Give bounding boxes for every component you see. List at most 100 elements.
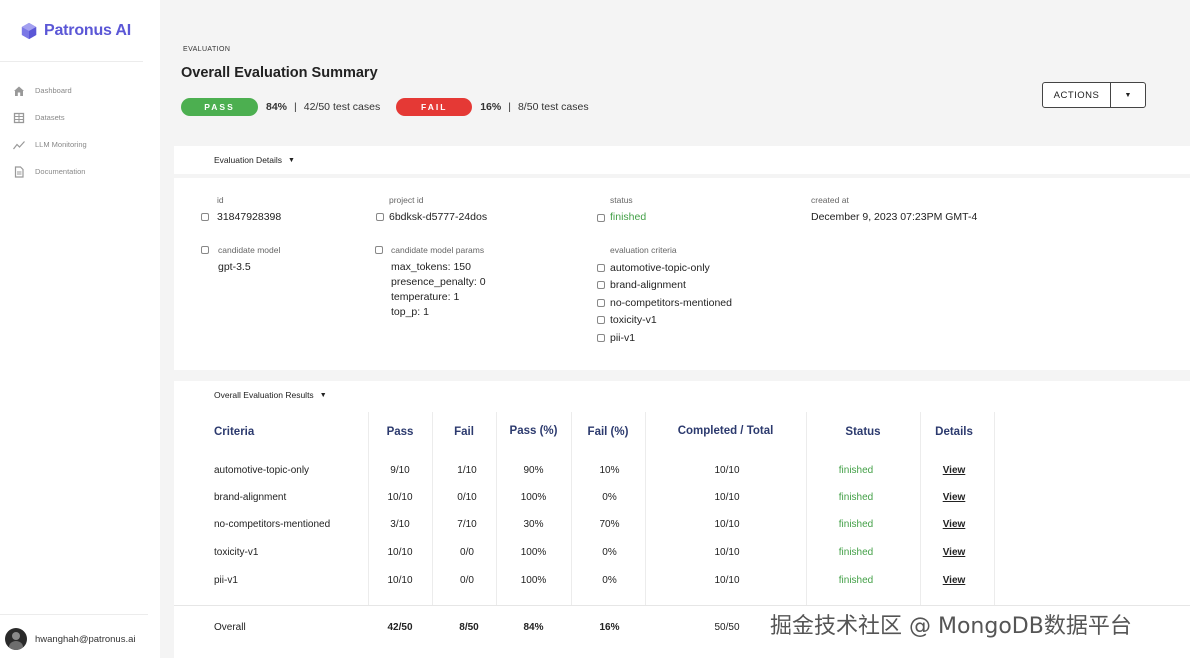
caret-down-icon: ▼ xyxy=(319,391,327,399)
field-label: created at xyxy=(811,195,849,205)
actions-button[interactable]: ACTIONS xyxy=(1043,83,1111,107)
overall-fail: 8/50 xyxy=(459,622,479,633)
cell-status: finished xyxy=(838,575,874,586)
cell-pass-pct: 100% xyxy=(520,547,547,558)
user-email: hwanghah@patronus.ai xyxy=(35,633,136,645)
criteria-name: brand-alignment xyxy=(610,279,686,292)
evaluation-summary: PASS 84% | 42/50 test cases FAIL 16% | 8… xyxy=(181,98,589,116)
view-link[interactable]: View xyxy=(920,575,988,586)
sidebar-item-label: Datasets xyxy=(35,113,65,122)
separator: | xyxy=(508,101,511,113)
sidebar-item-dashboard[interactable]: Dashboard xyxy=(12,77,87,104)
section-label: Evaluation Details xyxy=(214,155,283,165)
app-name: Patronus AI xyxy=(44,22,131,39)
sidebar-divider xyxy=(0,614,148,615)
cell-fail: 1/10 xyxy=(457,465,477,476)
column-header-status: Status xyxy=(845,426,881,438)
criteria-item: brand-alignment xyxy=(597,277,732,295)
view-link[interactable]: View xyxy=(920,465,988,476)
cell-fail: 0/0 xyxy=(460,547,474,558)
sidebar-item-llm-monitoring[interactable]: LLM Monitoring xyxy=(12,131,87,158)
field-value: 6bdksk-d5777-24dos xyxy=(389,211,488,223)
pass-percentage: 84% xyxy=(266,101,288,113)
cell-pass: 10/10 xyxy=(387,575,413,586)
copy-icon[interactable] xyxy=(597,214,605,224)
cell-criteria: automotive-topic-only xyxy=(214,465,310,476)
param-item: max_tokens: 150 xyxy=(391,261,471,273)
copy-icon[interactable] xyxy=(597,333,605,342)
cell-pass-pct: 100% xyxy=(520,575,547,586)
criteria-name: toxicity-v1 xyxy=(610,314,657,327)
field-id: id 31847928398 xyxy=(217,195,281,225)
watermark: 掘金技术社区 @ MongoDB数据平台 xyxy=(770,614,1132,639)
fail-cases: 8/50 test cases xyxy=(517,101,589,113)
field-label: project id xyxy=(389,195,424,205)
copy-icon[interactable] xyxy=(201,213,209,223)
sidebar-item-documentation[interactable]: Documentation xyxy=(12,158,87,185)
cell-criteria: brand-alignment xyxy=(214,492,287,503)
column-header-pass: Pass xyxy=(386,426,414,438)
cell-pass-pct: 100% xyxy=(520,492,547,503)
cell-fail: 7/10 xyxy=(457,519,477,530)
cell-status: finished xyxy=(838,547,874,558)
cell-fail-pct: 0% xyxy=(602,492,617,503)
fail-badge: FAIL xyxy=(396,98,473,116)
copy-icon[interactable] xyxy=(597,263,605,272)
column-header-criteria: Criteria xyxy=(214,426,255,438)
copy-icon[interactable] xyxy=(597,316,605,325)
column-header-details: Details xyxy=(935,426,973,438)
field-evaluation-criteria: evaluation criteria automotive-topic-onl… xyxy=(597,245,732,347)
cell-completed: 10/10 xyxy=(714,465,740,476)
cell-criteria: no-competitors-mentioned xyxy=(214,519,331,530)
field-value: gpt-3.5 xyxy=(218,261,251,273)
field-label: candidate model xyxy=(218,245,281,255)
copy-icon[interactable] xyxy=(597,281,605,290)
field-candidate-model-params: candidate model params max_tokens: 150 p… xyxy=(391,245,486,320)
param-item: temperature: 1 xyxy=(391,291,460,303)
field-value: December 9, 2023 07:23PM GMT-4 xyxy=(811,211,978,223)
overall-label: Overall xyxy=(214,622,246,633)
actions-dropdown-toggle[interactable]: ▼ xyxy=(1111,83,1145,107)
copy-icon[interactable] xyxy=(201,246,209,256)
sidebar-nav: Dashboard Datasets LLM Monitoring Docume… xyxy=(12,77,87,185)
cell-pass: 10/10 xyxy=(387,547,413,558)
overall-pass: 42/50 xyxy=(387,622,413,633)
criteria-item: no-competitors-mentioned xyxy=(597,294,732,312)
cell-completed: 10/10 xyxy=(714,547,740,558)
criteria-item: pii-v1 xyxy=(597,329,732,347)
view-link[interactable]: View xyxy=(920,547,988,558)
cell-criteria: pii-v1 xyxy=(214,575,238,586)
sidebar-item-datasets[interactable]: Datasets xyxy=(12,104,87,131)
param-item: presence_penalty: 0 xyxy=(391,276,486,288)
section-label: Overall Evaluation Results xyxy=(214,390,314,400)
field-label: candidate model params xyxy=(391,245,485,255)
cell-fail-pct: 10% xyxy=(599,465,620,476)
overall-pass-pct: 84% xyxy=(523,622,544,633)
view-link[interactable]: View xyxy=(920,492,988,503)
cell-status: finished xyxy=(838,492,874,503)
param-item: top_p: 1 xyxy=(391,306,429,318)
patronus-logo-icon xyxy=(21,22,37,40)
criteria-item: toxicity-v1 xyxy=(597,312,732,330)
cell-pass-pct: 30% xyxy=(523,519,544,530)
home-icon xyxy=(12,84,26,98)
pass-badge: PASS xyxy=(181,98,258,116)
logo[interactable]: Patronus AI xyxy=(20,22,131,40)
cell-status: finished xyxy=(838,465,874,476)
cell-completed: 10/10 xyxy=(714,492,740,503)
overall-divider xyxy=(174,605,1190,606)
copy-icon[interactable] xyxy=(376,213,384,223)
sidebar: Patronus AI Dashboard Datasets LLM Monit… xyxy=(0,0,160,658)
overall-fail-pct: 16% xyxy=(599,622,620,633)
copy-icon[interactable] xyxy=(597,298,605,307)
evaluation-details-toggle[interactable]: Evaluation Details ▼ xyxy=(214,155,295,165)
separator: | xyxy=(294,101,297,113)
cell-fail-pct: 0% xyxy=(602,547,617,558)
copy-icon[interactable] xyxy=(375,246,383,256)
user-profile[interactable]: hwanghah@patronus.ai xyxy=(5,628,136,650)
field-status: status finished xyxy=(610,195,646,225)
criteria-name: automotive-topic-only xyxy=(610,261,710,274)
evaluation-results-toggle[interactable]: Overall Evaluation Results ▼ xyxy=(214,390,327,400)
view-link[interactable]: View xyxy=(920,519,988,530)
cell-fail-pct: 0% xyxy=(602,575,617,586)
